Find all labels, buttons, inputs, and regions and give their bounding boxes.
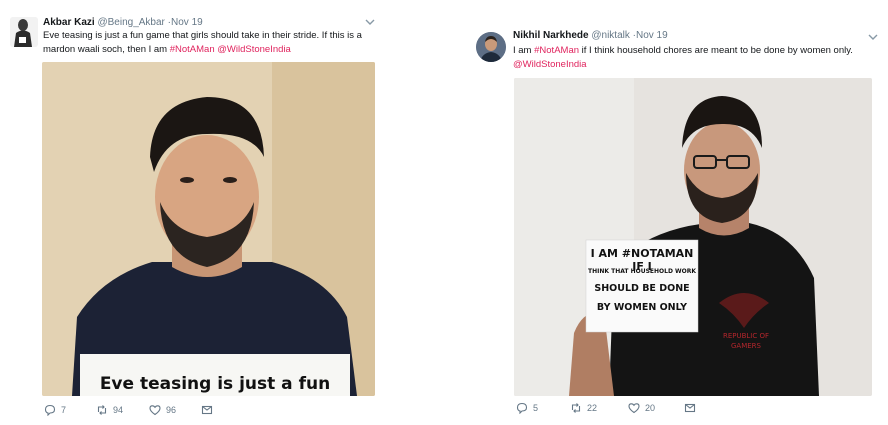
reply-button[interactable]: 7 [44, 403, 66, 417]
reply-count: 5 [533, 403, 539, 413]
avatar[interactable] [10, 17, 38, 47]
shirt-print-text: REPUBLIC OF [722, 332, 770, 340]
retweet-icon [97, 405, 107, 415]
chevron-down-icon[interactable] [867, 33, 879, 41]
tweet-date[interactable]: Nov 19 [171, 17, 203, 28]
like-count: 20 [645, 403, 656, 413]
author-name[interactable]: Akbar Kazi [43, 17, 95, 28]
hashtag-link[interactable]: #NotAMan [534, 45, 579, 56]
tweet-card: Nikhil Narkhede @niktalk ·Nov 19 I am #N… [462, 18, 888, 425]
sign-line: SHOULD BE DONE [594, 283, 690, 294]
direct-message-button[interactable] [201, 403, 213, 417]
reply-icon [44, 404, 56, 416]
retweet-button[interactable]: 94 [96, 403, 123, 417]
photo-illustration [42, 62, 375, 396]
sign-line: BY WOMEN ONLY [596, 302, 688, 313]
photo-illustration [514, 78, 872, 396]
hashtag-link[interactable]: #NotAMan [170, 44, 215, 55]
tweet-photo[interactable]: I AM #NOTAMAN IF I THINK THAT HOUSEHOLD … [514, 78, 872, 396]
shirt-print-text: GAMERS [731, 342, 761, 350]
reply-icon [516, 402, 528, 414]
mention-link[interactable]: @WildStoneIndia [217, 44, 291, 55]
sign-line: THINK THAT HOUSEHOLD WORK [588, 268, 696, 275]
tweet-header: Nikhil Narkhede @niktalk ·Nov 19 [513, 30, 668, 41]
sign-line: Eve teasing is just a fun game [99, 374, 331, 396]
author-name[interactable]: Nikhil Narkhede [513, 30, 589, 41]
retweet-icon [571, 403, 581, 413]
tweet-header: Akbar Kazi @Being_Akbar ·Nov 19 [43, 17, 203, 28]
tweet-text: Eve teasing is just a fun game that girl… [43, 29, 373, 57]
tweet-actions: 7 94 96 [42, 403, 342, 417]
retweet-count: 22 [587, 403, 598, 413]
tweet-text-body: if I think household chores are meant to… [579, 45, 853, 56]
reply-button[interactable]: 5 [516, 401, 538, 415]
mention-link[interactable]: @WildStoneIndia [513, 59, 587, 70]
like-button[interactable]: 20 [628, 401, 655, 415]
like-count: 96 [166, 405, 177, 415]
message-icon [201, 405, 213, 415]
author-handle[interactable]: @Being_Akbar [97, 17, 164, 28]
retweet-button[interactable]: 22 [570, 401, 597, 415]
tweet-date[interactable]: Nov 19 [636, 30, 668, 41]
tweet-text: I am #NotAMan if I think household chore… [513, 44, 883, 72]
author-handle[interactable]: @niktalk [591, 30, 630, 41]
chevron-down-icon[interactable] [364, 18, 376, 26]
message-icon [684, 403, 696, 413]
tweet-text-body: I am [513, 45, 535, 56]
avatar[interactable] [476, 32, 506, 62]
retweet-count: 94 [113, 405, 124, 415]
tweet-actions: 5 22 20 [514, 401, 814, 415]
like-button[interactable]: 96 [149, 403, 176, 417]
direct-message-button[interactable] [684, 401, 696, 415]
reply-count: 7 [61, 405, 67, 415]
tweet-card: Akbar Kazi @Being_Akbar ·Nov 19 Eve teas… [0, 0, 388, 425]
tweet-photo[interactable]: Eve teasing is just a fun game [42, 62, 375, 396]
like-icon [628, 403, 640, 414]
like-icon [149, 405, 161, 416]
